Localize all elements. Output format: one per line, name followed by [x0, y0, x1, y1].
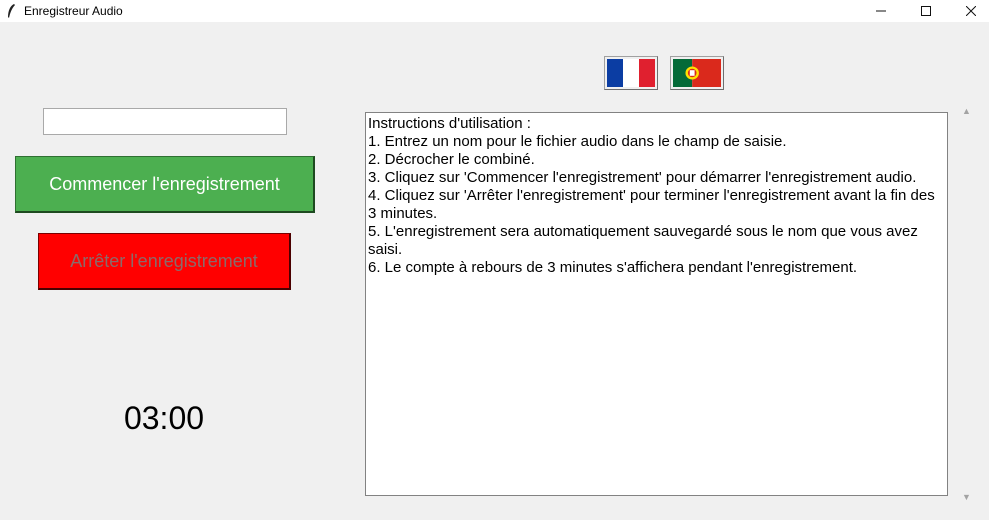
stop-recording-button[interactable]: Arrêter l'enregistrement — [38, 233, 291, 290]
language-french-button[interactable] — [604, 56, 658, 90]
instruction-line: 4. Cliquez sur 'Arrêter l'enregistrement… — [368, 187, 939, 222]
instruction-line: 5. L'enregistrement sera automatiquement… — [368, 223, 923, 258]
minimize-icon — [876, 10, 886, 12]
instruction-line: 2. Décrocher le combiné. — [368, 151, 535, 168]
maximize-button[interactable] — [903, 0, 949, 22]
maximize-icon — [921, 6, 931, 16]
instruction-line: 1. Entrez un nom pour le fichier audio d… — [368, 133, 787, 150]
feather-icon — [8, 4, 15, 18]
start-recording-button[interactable]: Commencer l'enregistrement — [15, 156, 315, 213]
language-portuguese-button[interactable] — [670, 56, 724, 90]
france-flag-icon — [607, 59, 655, 87]
instructions-text-area[interactable]: Instructions d'utilisation : 1. Entrez u… — [365, 112, 948, 496]
vertical-scrollbar[interactable]: ▲ ▼ — [958, 102, 975, 506]
instructions-heading: Instructions d'utilisation : — [368, 115, 531, 132]
close-icon — [966, 6, 976, 16]
portugal-flag-icon — [673, 59, 721, 87]
instruction-line: 6. Le compte à rebours de 3 minutes s'af… — [368, 259, 858, 276]
close-button[interactable] — [948, 0, 989, 22]
instruction-line: 3. Cliquez sur 'Commencer l'enregistreme… — [368, 169, 917, 186]
scroll-up-arrow-icon[interactable]: ▲ — [958, 104, 975, 118]
title-bar: Enregistreur Audio — [0, 0, 989, 22]
minimize-button[interactable] — [858, 0, 904, 22]
filename-input[interactable] — [43, 108, 287, 135]
window-title: Enregistreur Audio — [24, 4, 123, 18]
countdown-timer: 03:00 — [123, 400, 205, 436]
scroll-down-arrow-icon[interactable]: ▼ — [958, 490, 975, 504]
